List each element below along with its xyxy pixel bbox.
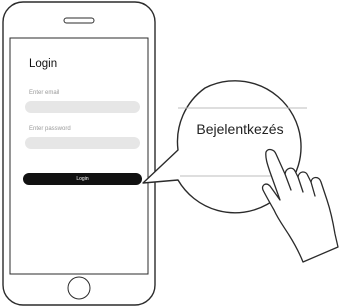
magnified-login-label: Bejelentkezés xyxy=(196,121,284,137)
home-button-icon xyxy=(67,276,91,300)
email-label: Enter email xyxy=(29,90,60,96)
hand-pointer-icon xyxy=(261,148,339,263)
password-label: Enter password xyxy=(29,126,71,132)
login-screen: Login Enter email Enter password Login xyxy=(19,38,148,274)
login-button[interactable]: Login xyxy=(23,173,142,185)
page-title: Login xyxy=(29,58,58,70)
email-field[interactable] xyxy=(25,101,140,113)
password-field[interactable] xyxy=(25,137,140,149)
speaker-slot-icon xyxy=(63,17,95,24)
